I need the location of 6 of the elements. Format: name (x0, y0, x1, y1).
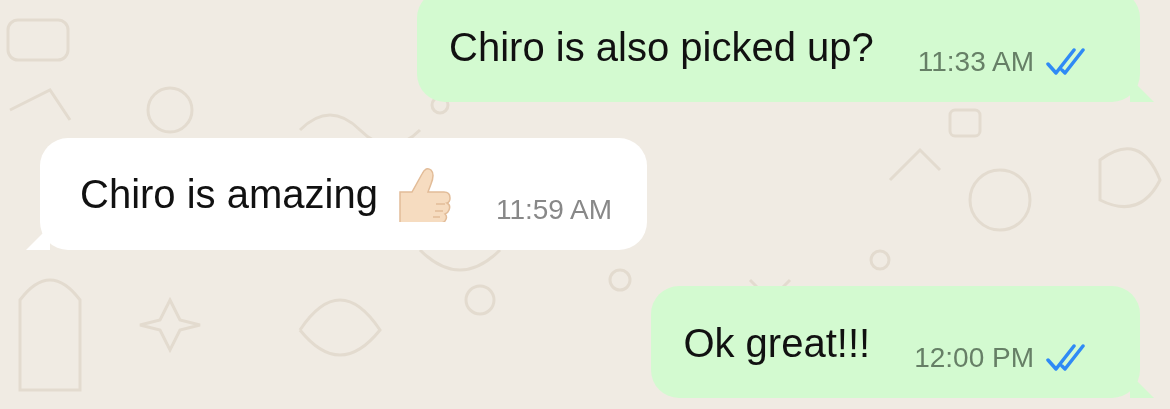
message-time: 11:33 AM (917, 46, 1034, 78)
message-text: Chiro is also picked up? (449, 24, 874, 71)
message-time: 12:00 PM (914, 342, 1034, 374)
message-text: Ok great!!! (683, 320, 871, 367)
message-text: Chiro is amazing (80, 171, 378, 218)
message-time: 11:59 AM (495, 194, 613, 226)
